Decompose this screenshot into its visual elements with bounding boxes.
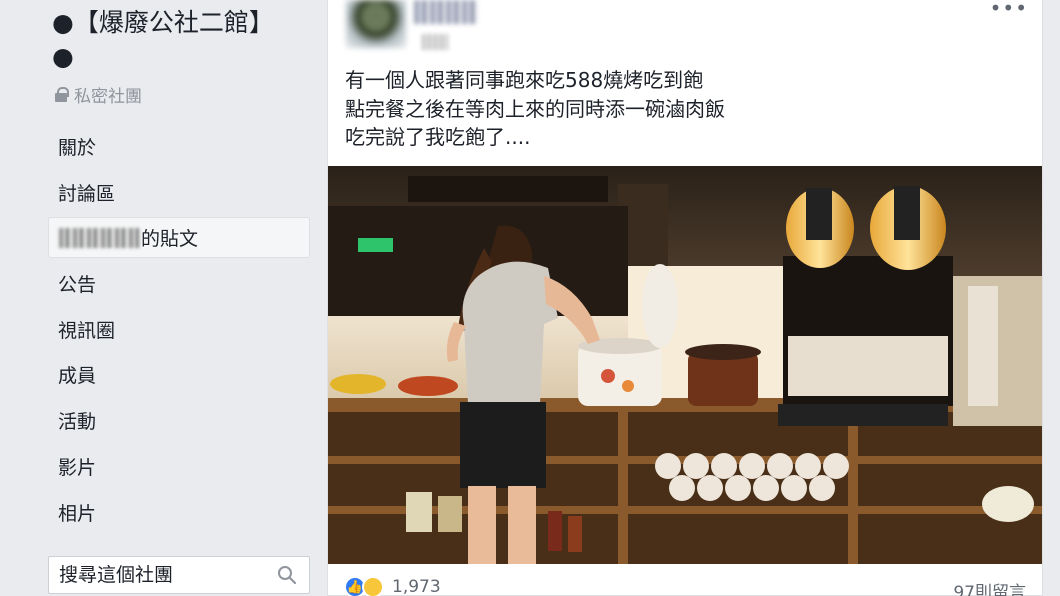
nav-item-photos[interactable]: 相片 (48, 492, 310, 533)
nav-item-members[interactable]: 成員 (48, 354, 310, 395)
nav-item-label: 討論區 (58, 182, 116, 205)
nav-item-label: 影片 (58, 456, 97, 479)
search-icon[interactable] (277, 565, 297, 585)
nav-item-label: 視訊圈 (58, 319, 116, 342)
group-name[interactable]: ●【爆廢公社二館】● (52, 6, 292, 74)
more-options-icon[interactable]: ••• (990, 0, 1028, 20)
reactions-summary[interactable]: 👍 1,973 (344, 576, 441, 596)
post-photo[interactable] (328, 166, 1042, 564)
group-post: ••• 有一個人跟著同事跑來吃588燒烤吃到飽 點完餐之後在等肉上來的同時添一碗… (327, 0, 1043, 596)
post-text: 有一個人跟著同事跑來吃588燒烤吃到飽 點完餐之後在等肉上來的同時添一碗滷肉飯 … (345, 66, 725, 152)
nav-item-member-posts[interactable]: 的貼文 (48, 217, 310, 259)
nav-item-label: 成員 (58, 365, 97, 388)
post-text-line: 吃完說了我吃飽了.... (345, 125, 531, 149)
nav-item-about[interactable]: 關於 (48, 126, 310, 167)
privacy-label: 私密社團 (54, 82, 142, 107)
privacy-text: 私密社團 (74, 87, 142, 107)
group-search-box (48, 556, 310, 594)
nav-item-label: 的貼文 (141, 228, 199, 251)
post-meta-blurred (422, 34, 448, 50)
nav-item-announcements[interactable]: 公告 (48, 263, 310, 304)
comment-count-link[interactable]: 97則留言 (953, 578, 1026, 596)
blurred-username (59, 227, 139, 248)
reaction-count: 1,973 (392, 577, 441, 596)
nav-item-label: 相片 (58, 502, 97, 525)
post-text-line: 有一個人跟著同事跑來吃588燒烤吃到飽 (345, 68, 704, 92)
nav-item-video-circle[interactable]: 視訊圈 (48, 309, 310, 350)
nav-item-label: 活動 (58, 411, 97, 434)
post-text-line: 點完餐之後在等肉上來的同時添一碗滷肉飯 (345, 96, 725, 121)
nav-item-label: 公告 (58, 274, 97, 297)
haha-reaction-icon (362, 576, 384, 596)
nav-item-label: 關於 (58, 137, 97, 159)
nav-item-discussion[interactable]: 討論區 (48, 172, 310, 213)
group-nav: 關於 討論區 的貼文 公告 視訊圈 成員 活動 影片 相片 (48, 126, 310, 537)
group-search-input[interactable] (59, 564, 259, 586)
nav-item-videos[interactable]: 影片 (48, 446, 310, 487)
group-sidebar: ●【爆廢公社二館】● 私密社團 關於 討論區 的貼文 公告 視訊圈 成員 活動 … (0, 0, 330, 596)
lock-icon (54, 87, 69, 102)
author-name-blurred[interactable] (414, 0, 478, 24)
nav-item-events[interactable]: 活動 (48, 400, 310, 441)
author-avatar[interactable] (346, 0, 406, 48)
